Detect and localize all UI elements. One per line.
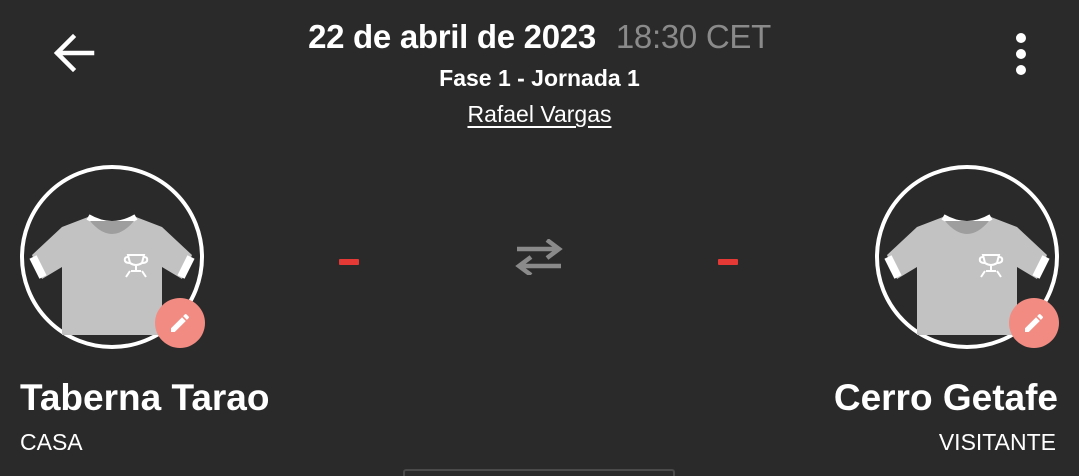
more-options-button[interactable] [996, 26, 1046, 82]
home-score[interactable] [339, 259, 359, 265]
edit-home-team-button[interactable] [155, 298, 205, 348]
more-vert-icon [1016, 33, 1026, 75]
match-phase: Fase 1 - Jornada 1 [439, 65, 640, 91]
referee-row: Rafael Vargas [0, 96, 1079, 132]
away-score[interactable] [718, 259, 738, 265]
swap-teams-button[interactable] [510, 234, 568, 280]
match-time: 18:30 CET [615, 18, 771, 55]
home-team-role: CASA [20, 429, 83, 455]
pencil-icon [171, 313, 190, 332]
edit-away-team-button[interactable] [1009, 298, 1059, 348]
pencil-icon [1025, 313, 1044, 332]
away-team-name: Cerro Getafe [833, 377, 1058, 418]
home-team-name: Taberna Tarao [20, 377, 270, 418]
match-date: 22 de abril de 2023 [308, 18, 596, 55]
bottom-panel-edge [403, 469, 675, 476]
away-team-role: VISITANTE [938, 429, 1056, 455]
swap-horiz-icon [515, 239, 563, 275]
referee-link[interactable]: Rafael Vargas [467, 101, 611, 127]
